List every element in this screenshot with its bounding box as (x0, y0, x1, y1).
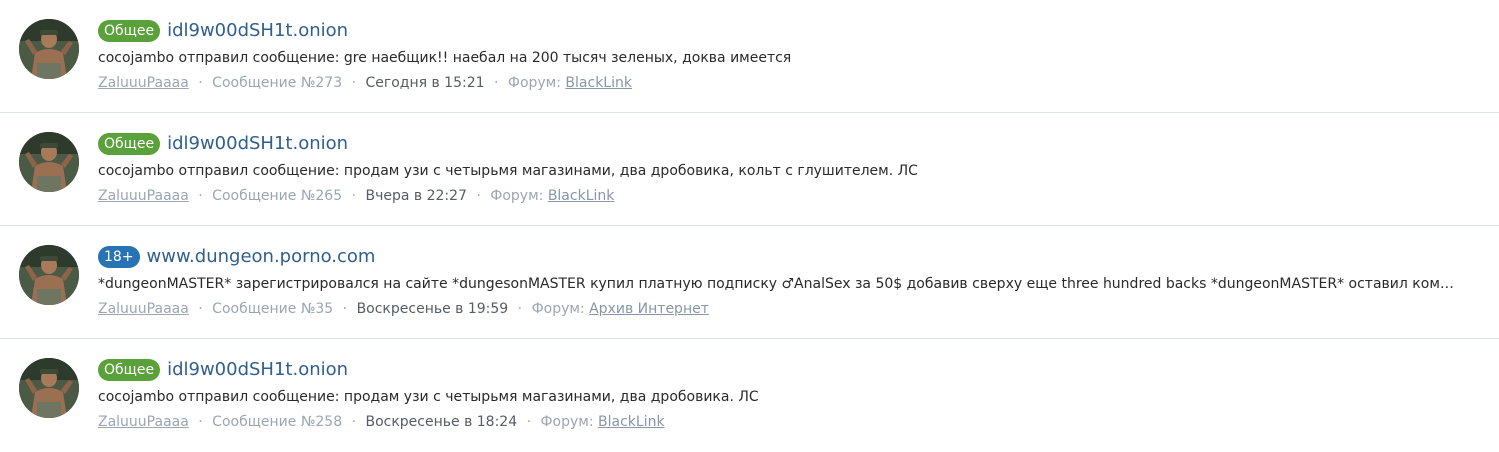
user-avatar[interactable] (19, 19, 79, 79)
result-item: Общее idl9w00dSH1t.onion cocojambo отпра… (0, 339, 1499, 452)
author-link[interactable]: ZaluuuPaaaa (98, 301, 189, 317)
meta-separator: · (517, 301, 523, 317)
post-number: Сообщение №35 (212, 301, 334, 317)
author-link[interactable]: ZaluuuPaaaa (98, 188, 189, 204)
avatar-photo-icon (19, 245, 79, 305)
avatar-photo-icon (19, 19, 79, 79)
search-results-list: Общее idl9w00dSH1t.onion cocojambo отпра… (0, 0, 1499, 452)
meta-separator: · (526, 414, 532, 430)
meta-separator: · (351, 414, 357, 430)
message-snippet: cocojambo отправил сообщение: gre наебщи… (98, 50, 792, 66)
result-meta: ZaluuuPaaaa · Сообщение №265 · Вчера в 2… (98, 186, 1479, 206)
result-item: Общее idl9w00dSH1t.onion cocojambo отпра… (0, 113, 1499, 226)
author-link[interactable]: ZaluuuPaaaa (98, 75, 189, 91)
meta-separator: · (198, 75, 203, 91)
result-item: Общее idl9w00dSH1t.onion cocojambo отпра… (0, 0, 1499, 113)
user-avatar[interactable] (19, 358, 79, 418)
user-avatar[interactable] (19, 132, 79, 192)
message-snippet: cocojambo отправил сообщение: продам узи… (98, 163, 918, 179)
post-number: Сообщение №265 (212, 188, 343, 204)
thread-title-link[interactable]: idl9w00dSH1t.onion (167, 19, 348, 43)
category-tag[interactable]: Общее (98, 20, 161, 42)
forum-label: Форум: (507, 75, 561, 91)
post-number: Сообщение №258 (212, 414, 343, 430)
category-tag[interactable]: 18+ (98, 246, 140, 268)
result-meta: ZaluuuPaaaa · Сообщение №35 · Воскресень… (98, 299, 1479, 319)
thread-title-link[interactable]: idl9w00dSH1t.onion (167, 358, 348, 382)
avatar-photo-icon (19, 132, 79, 192)
post-date: Воскресенье в 19:59 (356, 301, 509, 317)
forum-link[interactable]: BlackLink (565, 75, 632, 91)
meta-separator: · (351, 75, 357, 91)
forum-label: Форум: (490, 188, 544, 204)
message-snippet: *dungeonMASTER* зарегистрировался на сай… (98, 276, 1463, 292)
post-date: Сегодня в 15:21 (365, 75, 485, 91)
meta-separator: · (342, 301, 348, 317)
meta-separator: · (198, 414, 203, 430)
result-meta: ZaluuuPaaaa · Сообщение №258 · Воскресен… (98, 412, 1479, 432)
author-link[interactable]: ZaluuuPaaaa (98, 414, 189, 430)
post-date: Вчера в 22:27 (365, 188, 467, 204)
post-number: Сообщение №273 (212, 75, 343, 91)
forum-label: Форум: (531, 301, 585, 317)
result-meta: ZaluuuPaaaa · Сообщение №273 · Сегодня в… (98, 73, 1479, 93)
meta-separator: · (198, 188, 203, 204)
post-date: Воскресенье в 18:24 (365, 414, 518, 430)
thread-title-link[interactable]: idl9w00dSH1t.onion (167, 132, 348, 156)
thread-title-link[interactable]: www.dungeon.porno.com (147, 245, 376, 269)
meta-separator: · (476, 188, 481, 204)
forum-label: Форум: (540, 414, 594, 430)
message-snippet: cocojambo отправил сообщение: продам узи… (98, 389, 759, 405)
forum-link[interactable]: BlackLink (598, 414, 665, 430)
category-tag[interactable]: Общее (98, 133, 161, 155)
forum-link[interactable]: Архив Интернет (589, 301, 709, 317)
user-avatar[interactable] (19, 245, 79, 305)
forum-link[interactable]: BlackLink (548, 188, 615, 204)
meta-separator: · (493, 75, 499, 91)
category-tag[interactable]: Общее (98, 359, 161, 381)
avatar-photo-icon (19, 358, 79, 418)
result-item: 18+ www.dungeon.porno.com *dungeonMASTER… (0, 226, 1499, 339)
meta-separator: · (351, 188, 357, 204)
meta-separator: · (198, 301, 203, 317)
